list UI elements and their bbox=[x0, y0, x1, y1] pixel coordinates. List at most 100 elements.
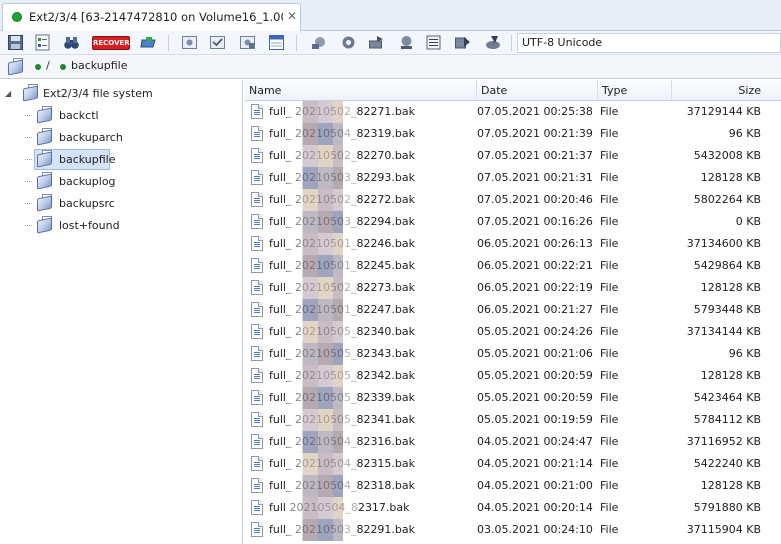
tree-connector bbox=[25, 181, 32, 182]
column-header-name[interactable]: Name bbox=[245, 80, 477, 101]
tab-volume[interactable]: Ext2/3/4 [63-2147472810 on Volume16_1.00… bbox=[2, 3, 301, 31]
table-row[interactable]: full_ 20210502_82271.bak07.05.2021 00:25… bbox=[245, 101, 781, 123]
collapse-icon[interactable]: ◢ bbox=[5, 89, 11, 98]
encoding-select[interactable]: UTF-8 Unicode bbox=[517, 33, 781, 53]
file-icon bbox=[251, 456, 263, 471]
table-row[interactable]: full_ 20210502_82270.bak07.05.2021 00:21… bbox=[245, 145, 781, 167]
table-row[interactable]: full_ 20210504_82319.bak07.05.2021 00:21… bbox=[245, 123, 781, 145]
tree-item-label: backuparch bbox=[59, 131, 123, 144]
drive-icon[interactable] bbox=[6, 58, 24, 76]
recover-button[interactable]: RECOVER bbox=[92, 36, 130, 50]
file-icon bbox=[251, 236, 263, 251]
folder-icon bbox=[35, 150, 55, 169]
file-icon bbox=[251, 478, 263, 493]
toolbar-separator bbox=[511, 35, 512, 51]
partition-icon[interactable] bbox=[310, 34, 327, 51]
binoculars-icon[interactable] bbox=[63, 34, 80, 51]
tree-root[interactable]: ◢ Ext2/3/4 file system bbox=[0, 83, 240, 105]
file-icon bbox=[251, 192, 263, 207]
breadcrumb-current[interactable]: backupfile bbox=[71, 59, 128, 72]
file-icon bbox=[251, 126, 263, 141]
table-row[interactable]: full_ 20210502_82272.bak07.05.2021 00:20… bbox=[245, 189, 781, 211]
tree-root-label: Ext2/3/4 file system bbox=[43, 87, 153, 100]
table-row[interactable]: full_ 20210505_82341.bak05.05.2021 00:19… bbox=[245, 409, 781, 431]
cell-date: 07.05.2021 00:21:37 bbox=[477, 149, 593, 162]
checklist-icon[interactable] bbox=[34, 34, 51, 51]
window-icon[interactable] bbox=[268, 34, 285, 51]
folder-icon bbox=[35, 172, 55, 191]
cell-date: 06.05.2021 00:26:13 bbox=[477, 237, 593, 250]
table-row[interactable]: full_ 20210505_82339.bak05.05.2021 00:20… bbox=[245, 387, 781, 409]
drive-arrow-icon[interactable] bbox=[368, 34, 385, 51]
redacted-name-block bbox=[287, 167, 357, 189]
toolbar: RECOVER UTF-8 Unicode bbox=[0, 31, 781, 55]
table-row[interactable]: full_ 20210505_82343.bak05.05.2021 00:21… bbox=[245, 343, 781, 365]
cell-type: File bbox=[600, 523, 619, 536]
table-row[interactable]: full_ 20210503_82293.bak07.05.2021 00:21… bbox=[245, 167, 781, 189]
cell-type: File bbox=[600, 347, 619, 360]
gear-icon[interactable] bbox=[340, 34, 357, 51]
redacted-name-block bbox=[287, 123, 357, 145]
tree-connector bbox=[25, 115, 32, 116]
table-row[interactable]: full_ 20210501_82247.bak06.05.2021 00:21… bbox=[245, 299, 781, 321]
save-image-icon[interactable] bbox=[239, 34, 256, 51]
cell-date: 06.05.2021 00:22:21 bbox=[477, 259, 593, 272]
tree-item-backupfile[interactable]: backupfile bbox=[0, 149, 240, 171]
cell-date: 07.05.2021 00:21:39 bbox=[477, 127, 593, 140]
table-row[interactable]: full 20210504_82317.bak04.05.2021 00:20:… bbox=[245, 497, 781, 519]
tree-item-lost-found[interactable]: lost+found bbox=[0, 215, 240, 237]
table-row[interactable]: full_ 20210501_82246.bak06.05.2021 00:26… bbox=[245, 233, 781, 255]
tree-item-backuplog[interactable]: backuplog bbox=[0, 171, 240, 193]
drive-body-icon bbox=[37, 217, 52, 234]
export-icon[interactable] bbox=[454, 34, 471, 51]
cell-size: 128128 KB bbox=[700, 479, 761, 492]
tree-item-backctl[interactable]: backctl bbox=[0, 105, 240, 127]
cell-date: 07.05.2021 00:25:38 bbox=[477, 105, 593, 118]
network-drive-icon[interactable] bbox=[398, 34, 415, 51]
table-row[interactable]: full_ 20210504_82316.bak04.05.2021 00:24… bbox=[245, 431, 781, 453]
save-icon[interactable] bbox=[7, 34, 24, 51]
cell-type: File bbox=[600, 281, 619, 294]
cell-date: 04.05.2021 00:24:47 bbox=[477, 435, 593, 448]
column-header-size[interactable]: Size bbox=[672, 80, 781, 101]
cell-date: 06.05.2021 00:22:19 bbox=[477, 281, 593, 294]
table-row[interactable]: full_ 20210502_82273.bak06.05.2021 00:22… bbox=[245, 277, 781, 299]
column-header-type[interactable]: Type bbox=[598, 80, 672, 101]
redacted-name-block bbox=[287, 321, 357, 343]
table-row[interactable]: full_ 20210503_82291.bak03.05.2021 00:24… bbox=[245, 519, 781, 541]
tree-item-label: lost+found bbox=[59, 219, 120, 232]
table-row[interactable]: full_ 20210501_82245.bak06.05.2021 00:22… bbox=[245, 255, 781, 277]
table-row[interactable]: full_ 20210505_82340.bak05.05.2021 00:24… bbox=[245, 321, 781, 343]
close-icon[interactable]: ✕ bbox=[287, 9, 297, 23]
cell-type: File bbox=[600, 149, 619, 162]
open-image-icon[interactable] bbox=[181, 34, 198, 51]
status-dot-icon bbox=[12, 12, 22, 22]
cell-type: File bbox=[600, 501, 619, 514]
list-icon[interactable] bbox=[425, 34, 442, 51]
table-row[interactable]: full_ 20210505_82342.bak05.05.2021 00:20… bbox=[245, 365, 781, 387]
cell-size: 37115904 KB bbox=[686, 523, 761, 536]
cell-size: 128128 KB bbox=[700, 369, 761, 382]
cell-date: 05.05.2021 00:21:06 bbox=[477, 347, 593, 360]
file-icon bbox=[251, 412, 263, 427]
table-row[interactable]: full_ 20210503_82294.bak07.05.2021 00:16… bbox=[245, 211, 781, 233]
column-header-date[interactable]: Date bbox=[477, 80, 598, 101]
cell-size: 96 KB bbox=[728, 127, 761, 140]
cell-size: 5432008 KB bbox=[693, 149, 761, 162]
disk-edit-icon[interactable] bbox=[485, 34, 502, 51]
table-row[interactable]: full_ 20210504_82318.bak04.05.2021 00:21… bbox=[245, 475, 781, 497]
file-icon bbox=[251, 214, 263, 229]
redacted-name-block bbox=[287, 211, 357, 233]
folder-tree: ◢ Ext2/3/4 file system backctl backuparc… bbox=[0, 80, 243, 544]
cell-size: 37129144 KB bbox=[686, 105, 761, 118]
check-image-icon[interactable] bbox=[209, 34, 226, 51]
cell-type: File bbox=[600, 193, 619, 206]
tree-item-backuparch[interactable]: backuparch bbox=[0, 127, 240, 149]
file-icon bbox=[251, 434, 263, 449]
breadcrumb: / backupfile bbox=[0, 55, 781, 79]
table-row[interactable]: full_ 20210504_82315.bak04.05.2021 00:21… bbox=[245, 453, 781, 475]
tree-connector bbox=[25, 137, 32, 138]
tree-item-backupsrc[interactable]: backupsrc bbox=[0, 193, 240, 215]
filesystem-icon bbox=[21, 84, 41, 103]
drive-recover-icon[interactable] bbox=[140, 34, 157, 51]
